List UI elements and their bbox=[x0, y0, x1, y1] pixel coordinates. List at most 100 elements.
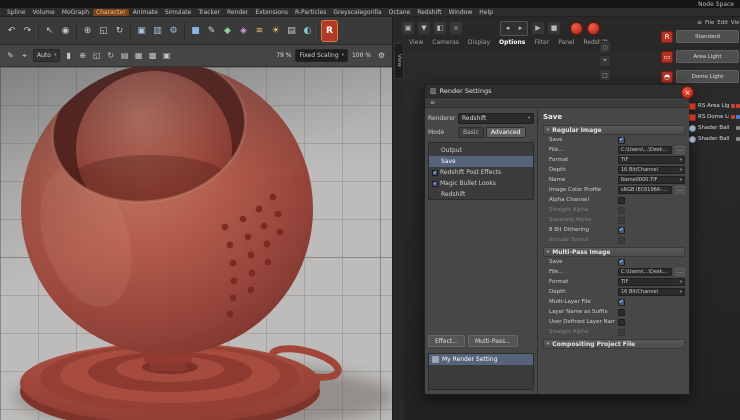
rv-tab-cameras[interactable]: Cameras bbox=[432, 39, 459, 46]
section-header-regular-image[interactable]: ▾ Regular Image bbox=[543, 125, 685, 135]
mode-basic-button[interactable]: Basic bbox=[458, 127, 484, 138]
pixel-probe-icon[interactable]: ⌖ bbox=[599, 55, 611, 67]
depth-select[interactable]: 16 Bit/Channel ▾ bbox=[618, 166, 685, 174]
compare-ab-icon[interactable]: ◧ bbox=[433, 21, 447, 35]
image-color-profile-field[interactable]: sRGB IEC61966-2.1 bbox=[618, 186, 672, 194]
objects-menu-view[interactable]: View bbox=[731, 20, 739, 26]
file-field[interactable]: C:\Users\...\Desktop\Redshift Render Dem… bbox=[618, 146, 672, 154]
safe-frame-icon[interactable]: ▣ bbox=[160, 48, 173, 63]
file-browse-button[interactable]: ... bbox=[675, 268, 685, 276]
tree-checkbox-magic-bullet-looks[interactable]: ✓ bbox=[432, 180, 438, 187]
cube-primitive-icon[interactable]: ■ bbox=[188, 21, 203, 41]
object-item-shader-ball[interactable]: Shader Ball bbox=[689, 123, 740, 133]
depth-select[interactable]: 16 Bit/Channel ▾ bbox=[618, 288, 685, 296]
menu-mograph[interactable]: MoGraph bbox=[59, 9, 92, 16]
include-sound-checkbox[interactable] bbox=[618, 236, 625, 244]
rv-tab-filter[interactable]: Filter bbox=[534, 39, 549, 46]
live-selection-icon[interactable]: ◉ bbox=[58, 21, 73, 41]
menu-tracker[interactable]: Tracker bbox=[195, 9, 223, 16]
pen-spline-icon[interactable]: ✎ bbox=[204, 21, 219, 41]
8-bit-dithering-checkbox[interactable]: ✓ bbox=[618, 226, 625, 234]
camera-view-icon[interactable]: ▤ bbox=[118, 48, 131, 63]
tag-dot[interactable] bbox=[731, 115, 735, 119]
shader-ball-object[interactable] bbox=[0, 67, 392, 420]
tree-item-magic-bullet-looks[interactable]: ✓ Magic Bullet Looks bbox=[429, 178, 533, 189]
name-select[interactable]: Name0000.TIF ▾ bbox=[618, 176, 685, 184]
save-checkbox[interactable]: ✓ bbox=[618, 136, 625, 144]
tree-checkbox-redshift-post-effects[interactable]: ✓ bbox=[432, 169, 438, 176]
rotate-icon[interactable]: ↻ bbox=[112, 21, 127, 41]
snapshot-icon[interactable]: ▣ bbox=[401, 21, 415, 35]
undo-icon[interactable]: ↶ bbox=[4, 21, 19, 41]
object-item-shader-ball[interactable]: Shader Ball bbox=[689, 134, 740, 144]
file-field[interactable]: C:\Users\...\Desktop\Redshift Render Dem… bbox=[618, 268, 672, 276]
axis-center-icon[interactable]: ⌖ bbox=[18, 48, 31, 63]
clear-snapshot-icon[interactable]: × bbox=[449, 21, 463, 35]
objects-menu-edit[interactable]: Edit bbox=[717, 20, 728, 26]
menu-r-particles[interactable]: R-Particles bbox=[292, 9, 329, 16]
tree-item-output[interactable]: Output bbox=[429, 145, 533, 156]
menu-help[interactable]: Help bbox=[476, 9, 496, 16]
menu-volume[interactable]: Volume bbox=[29, 9, 57, 16]
zoom-tool-icon[interactable]: ○ bbox=[599, 41, 611, 53]
render-preset-item[interactable]: My Render Setting bbox=[429, 354, 533, 365]
redo-icon[interactable]: ↷ bbox=[20, 21, 35, 41]
tag-dot[interactable] bbox=[736, 115, 740, 119]
rv-tab-view[interactable]: View bbox=[409, 39, 423, 46]
mograph-icon[interactable]: ◆ bbox=[220, 21, 235, 41]
projection-auto-dropdown[interactable]: Auto ▾ bbox=[33, 49, 61, 62]
pan-view-icon[interactable]: ⊕ bbox=[76, 48, 89, 63]
tag-dot[interactable] bbox=[736, 126, 740, 130]
object-item-rs-dome-light[interactable]: RS Dome Light bbox=[689, 112, 740, 122]
deformer-icon[interactable]: ◈ bbox=[236, 21, 251, 41]
render-view-side-tab[interactable]: View bbox=[394, 43, 404, 79]
tag-dot[interactable] bbox=[736, 104, 740, 108]
standard-button[interactable]: Standard bbox=[676, 30, 739, 43]
section-header-compositing-project-file[interactable]: ▾ Compositing Project File bbox=[543, 339, 685, 349]
prev-frame-icon[interactable]: ◂ bbox=[501, 22, 514, 35]
pen-icon[interactable]: ✎ bbox=[4, 48, 17, 63]
straight-alpha-checkbox[interactable] bbox=[618, 206, 625, 214]
area-light-button[interactable]: Area Light bbox=[676, 50, 739, 63]
multi-layer-file-checkbox[interactable]: ✓ bbox=[618, 298, 625, 306]
rv-tab-display[interactable]: Display bbox=[468, 39, 490, 46]
straight-alpha-checkbox[interactable] bbox=[618, 328, 625, 336]
save-checkbox[interactable]: ✓ bbox=[618, 258, 625, 266]
mode-advanced-button[interactable]: Advanced bbox=[485, 127, 526, 138]
node-space-selector[interactable]: Node Space bbox=[698, 1, 734, 8]
menu-extensions[interactable]: Extensions bbox=[252, 9, 291, 16]
render-view-icon[interactable]: ▣ bbox=[134, 21, 149, 41]
lock-icon[interactable]: ▮ bbox=[62, 48, 75, 63]
tree-item-redshift[interactable]: Redshift bbox=[429, 189, 533, 200]
zoom-view-icon[interactable]: ◱ bbox=[90, 48, 103, 63]
objects-menu-file[interactable]: File bbox=[705, 20, 714, 26]
dome-light-button[interactable]: Dome Light bbox=[676, 70, 739, 83]
render-picture-viewer-icon[interactable]: ▥ bbox=[150, 21, 165, 41]
play-icon[interactable]: ▶ bbox=[531, 21, 545, 35]
hamburger-menu-icon[interactable]: ≡ bbox=[430, 99, 435, 106]
menu-octane[interactable]: Octane bbox=[386, 9, 414, 16]
layer-name-as-suffix-checkbox[interactable] bbox=[618, 308, 625, 316]
alpha-channel-checkbox[interactable] bbox=[618, 196, 625, 204]
user-defined-layer-name-checkbox[interactable] bbox=[618, 318, 625, 326]
rv-tab-options[interactable]: Options bbox=[499, 39, 525, 46]
scaling-mode-dropdown[interactable]: Fixed Scaling ▾ bbox=[295, 49, 348, 62]
snapshot-save-icon[interactable]: ▼ bbox=[417, 21, 431, 35]
region-render-icon[interactable]: □ bbox=[599, 69, 611, 81]
menu-redshift[interactable]: Redshift bbox=[414, 9, 444, 16]
separate-alpha-checkbox[interactable] bbox=[618, 216, 625, 224]
object-item-rs-area-light[interactable]: RS Area Light bbox=[689, 101, 740, 111]
tag-dot[interactable] bbox=[731, 104, 735, 108]
viewport-3d[interactable] bbox=[0, 67, 392, 420]
render-button[interactable] bbox=[587, 21, 600, 35]
image-color-profile-browse-button[interactable]: ... bbox=[675, 186, 685, 194]
field-icon[interactable]: ≋ bbox=[252, 21, 267, 41]
format-select[interactable]: TIF ▾ bbox=[618, 156, 685, 164]
display-mode-icon[interactable]: ▦ bbox=[132, 48, 145, 63]
panel-menu-icon[interactable]: ≡ bbox=[697, 19, 702, 26]
tree-item-save[interactable]: Save bbox=[429, 156, 533, 167]
viewport-settings-gear-icon[interactable]: ⚙ bbox=[375, 48, 388, 63]
move-icon[interactable]: ⊕ bbox=[80, 21, 95, 41]
menu-animate[interactable]: Animate bbox=[130, 9, 161, 16]
next-frame-icon[interactable]: ▸ bbox=[514, 22, 527, 35]
